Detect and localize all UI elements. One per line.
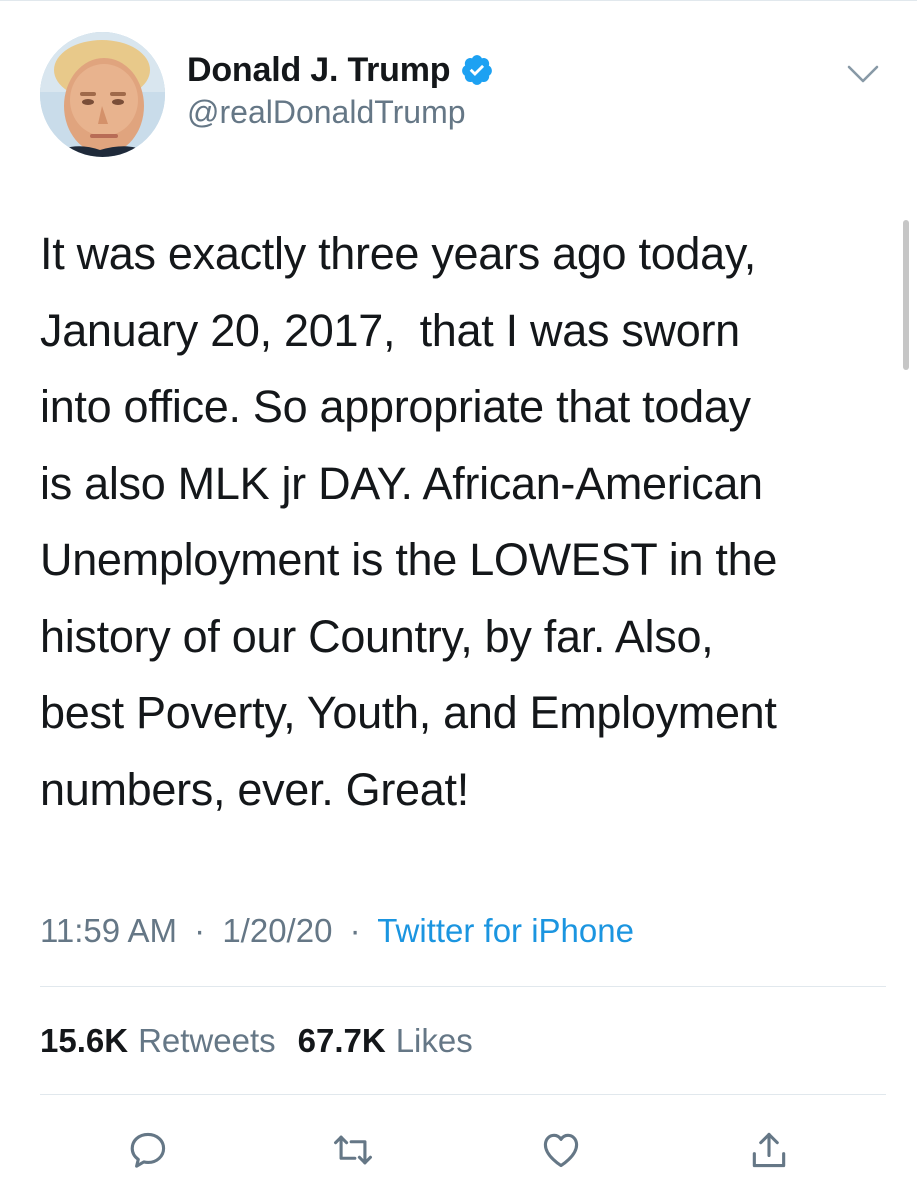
heart-icon xyxy=(543,1133,579,1168)
reply-icon xyxy=(130,1132,166,1168)
share-icon xyxy=(752,1132,786,1168)
tweet-actions xyxy=(0,1120,917,1180)
reply-button[interactable] xyxy=(118,1120,178,1180)
tweet-meta: 11:59 AM · 1/20/20 · Twitter for iPhone xyxy=(40,906,634,956)
retweets-label: Retweets xyxy=(138,1022,276,1059)
tweet-text: It was exactly three years ago today, Ja… xyxy=(40,228,778,815)
likes-stat[interactable]: 67.7K Likes xyxy=(298,1022,473,1059)
avatar-image xyxy=(40,32,165,157)
divider xyxy=(40,986,886,987)
retweet-button[interactable] xyxy=(323,1120,383,1180)
verified-badge-icon xyxy=(460,53,494,87)
author-display-name[interactable]: Donald J. Trump xyxy=(187,51,451,90)
likes-count: 67.7K xyxy=(297,1022,386,1059)
divider xyxy=(40,1094,886,1095)
scrollbar[interactable] xyxy=(903,220,909,370)
likes-label: Likes xyxy=(395,1022,473,1059)
meta-separator: · xyxy=(349,912,361,949)
meta-separator: · xyxy=(194,912,206,949)
like-button[interactable] xyxy=(531,1120,591,1180)
avatar[interactable] xyxy=(40,32,165,157)
retweets-count: 15.6K xyxy=(40,1022,129,1059)
tweet-source-link[interactable]: Twitter for iPhone xyxy=(377,912,634,949)
tweet-date[interactable]: 1/20/20 xyxy=(222,912,332,949)
share-button[interactable] xyxy=(739,1120,799,1180)
tweet-stats: 15.6K Retweets 67.7K Likes xyxy=(40,1016,473,1066)
author-handle[interactable]: @realDonaldTrump xyxy=(187,94,466,131)
top-divider xyxy=(0,0,917,1)
chevron-down-icon[interactable] xyxy=(846,62,880,86)
retweets-stat[interactable]: 15.6K Retweets xyxy=(40,1022,276,1059)
tweet-time[interactable]: 11:59 AM xyxy=(40,912,177,949)
author-name-row: Donald J. Trump xyxy=(187,46,494,94)
retweet-icon xyxy=(334,1135,372,1165)
